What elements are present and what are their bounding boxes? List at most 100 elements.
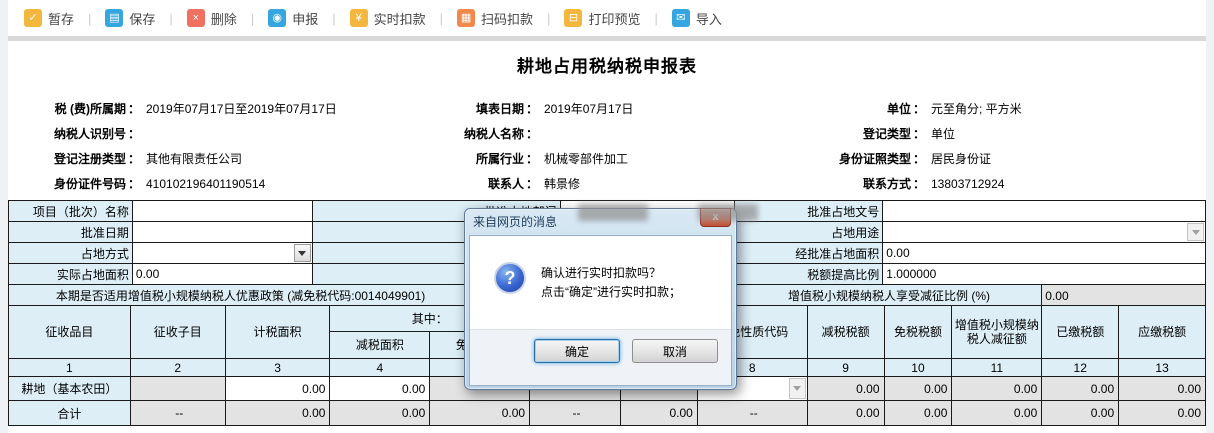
cancel-button[interactable]: 取消 [632,339,718,363]
approved-area-input[interactable]: 0.00 [883,243,1205,263]
occupation-method-select[interactable] [132,243,313,263]
clipboard-check-icon: ✓ [24,9,42,27]
actual-area-label: 实际占地面积 [9,264,133,284]
register-category-label: 登记类型 [862,127,911,141]
delete-button[interactable]: × 删除 [183,9,241,28]
project-name-label: 项目（批次）名称 [9,201,133,221]
dialog-message-area: ? 确认进行实时扣款吗？ 点击“确定”进行实时扣款； [470,236,731,329]
tax-period-value: 2019年07月17日至2019年07月17日 [146,102,337,116]
toolbar-separator: | [654,10,658,26]
trash-icon: × [186,9,205,27]
col-number: 2 [130,359,226,376]
cell-reduced-tax: 0.00 [807,377,885,400]
reduction-ratio-value: 0.00 [1042,285,1205,306]
total-cell: 0.00 [952,401,1043,425]
colon: ： [127,152,140,166]
confirm-dialog: 来自网页的消息 x ? 确认进行实时扣款吗？ 点击“确定”进行实时扣款； 确定 … [464,208,737,390]
colon: ： [525,177,538,191]
declare-button[interactable]: ◉ 申报 [264,9,322,28]
contact-phone-value: 13803712924 [931,176,1005,191]
total-cell: -- [530,401,621,425]
print-preview-button[interactable]: ⊟ 打印预览 [560,9,644,28]
header-reduced-tax: 减税税额 [807,306,885,358]
temp-save-label: 暂存 [48,11,75,27]
declare-label: 申报 [292,11,319,27]
industry-value: 机械零部件加工 [544,152,629,166]
chevron-down-icon[interactable] [788,378,806,399]
id-number-row: 身份证件号码： 410102196401190514 [16,171,265,196]
contact-phone-row: 联系方式： 13803712924 [743,171,1004,196]
import-label: 导入 [695,11,722,27]
fill-date-row: 填表日期： 2019年07月17日 [386,96,633,121]
total-cell: 0.00 [1119,401,1205,425]
colon: ： [912,127,925,141]
header-levy-subitem: 征收子目 [130,306,226,358]
occupation-method-label: 占地方式 [9,243,133,263]
ok-button[interactable]: 确定 [534,339,620,363]
col-number: 12 [1042,359,1120,376]
dialog-footer: 确定 取消 [470,329,731,385]
total-cell: 0.00 [430,401,531,425]
approval-date-input[interactable] [132,222,313,242]
tax-period-label: 税 (费)所属期 [54,102,126,116]
question-mark-icon: ? [494,262,526,294]
clock-icon: ◉ [268,9,287,27]
header-reduced-area: 减税面积 [330,332,431,358]
header-levy-item: 征收品目 [9,306,131,358]
project-name-input[interactable] [132,201,313,221]
chevron-down-icon[interactable] [293,244,311,262]
header-taxable-area: 计税面积 [225,306,331,358]
temp-save-button[interactable]: ✓ 暂存 [20,9,78,28]
contact-phone-label: 联系方式 [862,177,911,191]
id-type-value: 居民身份证 [931,152,992,166]
total-cell: 0.00 [225,401,331,425]
colon: ： [912,102,925,116]
toolbar-separator: | [439,10,444,26]
toolbar-separator: | [332,10,336,26]
colon: ： [127,177,140,191]
approval-date-label: 批准日期 [9,222,133,242]
dialog-message-line2: 点击“确定”进行实时扣款； [541,285,681,299]
toolbar-separator: | [547,10,551,26]
total-cell: 0.00 [884,401,953,425]
approval-doc-number-input[interactable] [883,201,1205,221]
scan-code-deduction-button[interactable]: ▦ 扫码扣款 [453,9,537,28]
colon: ： [127,127,140,141]
cell-taxable-area-input[interactable]: 0.00 [225,377,331,400]
actual-area-input[interactable]: 0.00 [132,264,313,284]
id-number-value: 410102196401190514 [146,176,266,191]
total-cell: 0.00 [620,401,698,425]
delete-label: 删除 [210,11,237,27]
land-use-select[interactable] [883,222,1205,242]
contact-person-row: 联系人： 韩景修 [386,171,580,196]
cell-reduced-area-input[interactable]: 0.00 [330,377,431,400]
cell-exempt-tax: 0.00 [884,377,953,400]
reduction-ratio-label: 增值税小规模纳税人享受减征比例 (%) [736,285,1043,306]
dialog-message: 确认进行实时扣款吗？ 点击“确定”进行实时扣款； [541,262,681,329]
fill-date-label: 填表日期 [475,102,524,116]
taxpayer-id-label: 纳税人识别号 [53,127,126,141]
save-button[interactable]: ▤ 保存 [101,9,159,28]
total-cell: 0.00 [1042,401,1120,425]
toolbar: ✓ 暂存 | ▤ 保存 | × 删除 | ◉ 申报 | ¥ 实时扣款 | ▦ 扫… [8,0,1206,36]
fill-date-value: 2019年07月17日 [544,102,634,116]
cell-levy-subitem [130,377,226,400]
import-button[interactable]: ✉ 导入 [668,9,726,28]
toolbar-separator: | [250,10,255,26]
toolbar-divider [8,36,1206,41]
industry-row: 所属行业： 机械零部件加工 [386,146,628,171]
cell-small-scale-reduction: 0.00 [952,377,1043,400]
redaction-blur [578,204,648,221]
realtime-deduction-label: 实时扣款 [373,11,426,27]
land-use-label: 占地用途 [735,222,884,242]
col-number: 4 [330,359,431,376]
printer-icon: ⊟ [564,9,583,27]
col-number: 11 [952,359,1043,376]
registration-type-value: 其他有限责任公司 [146,152,243,166]
chevron-down-icon[interactable] [1187,223,1204,241]
col-number: 13 [1119,359,1205,376]
id-type-label: 身份证照类型 [838,152,911,166]
total-cell: 0.00 [330,401,431,425]
tax-raise-ratio-input[interactable]: 1.000000 [883,264,1205,284]
realtime-deduction-button[interactable]: ¥ 实时扣款 [346,9,430,28]
